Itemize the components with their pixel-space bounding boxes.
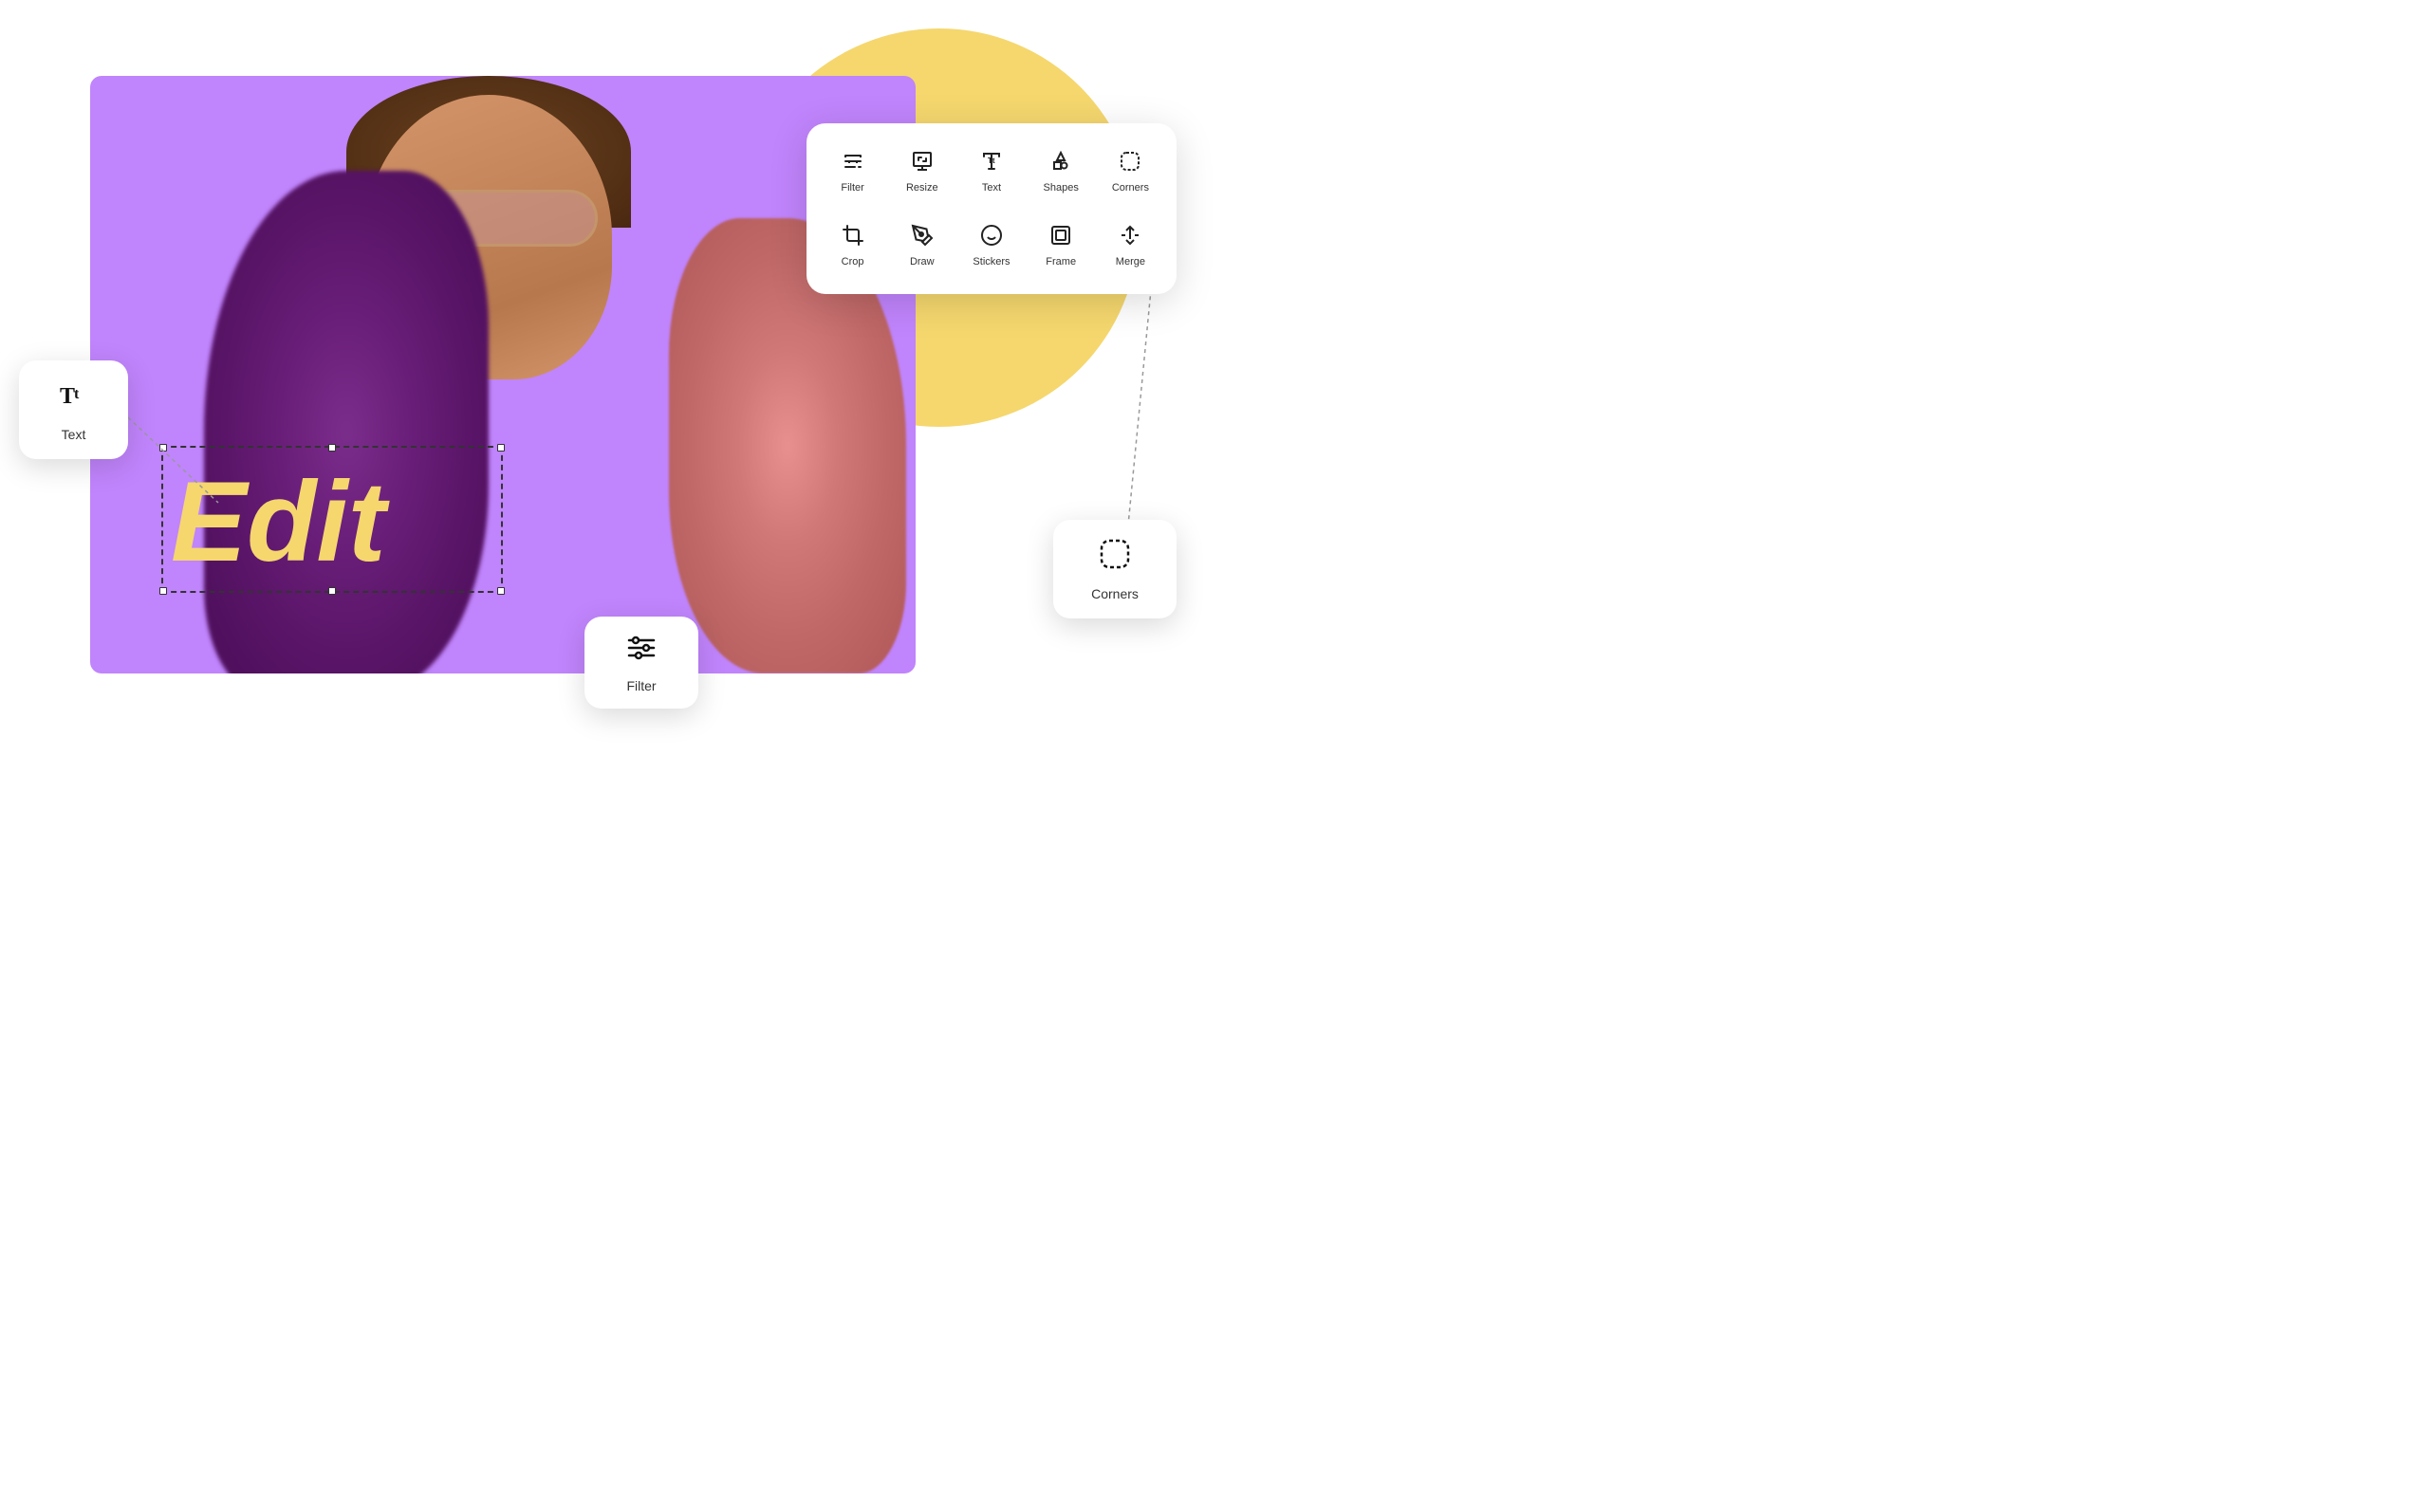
filter-icon [842,150,864,176]
svg-text:Tt: Tt [988,157,995,165]
handle-bottom-mid[interactable] [328,587,336,595]
draw-label: Draw [910,256,935,267]
canvas-background: Edit [90,76,916,673]
resize-label: Resize [906,182,938,194]
text-icon: Tt [980,150,1003,176]
toolbar-card: Filter Resize Tt Text [807,123,1177,294]
stickers-icon [980,224,1003,250]
resize-icon [911,150,934,176]
filter-tool-icon [625,632,658,671]
stickers-label: Stickers [973,256,1010,267]
corners-label: Corners [1112,182,1149,194]
merge-icon [1119,224,1141,250]
text-tool-card[interactable]: T t Text [19,360,128,459]
filter-tool-card[interactable]: Filter [584,617,698,709]
text-tool-label: Text [62,427,86,442]
tool-shapes[interactable]: Shapes [1030,138,1092,205]
handle-top-right[interactable] [497,444,505,452]
handle-bottom-right[interactable] [497,587,505,595]
corners-icon [1119,150,1141,176]
corners-tool-icon [1098,537,1132,579]
handle-top-left[interactable] [159,444,167,452]
tool-draw[interactable]: Draw [891,212,953,279]
corners-tool-label: Corners [1091,586,1139,601]
shapes-icon [1049,150,1072,176]
merge-label: Merge [1116,256,1145,267]
tool-crop[interactable]: Crop [822,212,883,279]
draw-icon [911,224,934,250]
filter-label: Filter [841,182,863,194]
corners-tool-card[interactable]: Corners [1053,520,1177,618]
shapes-label: Shapes [1044,182,1079,194]
text-tool-icon: T t [57,378,91,419]
tool-corners[interactable]: Corners [1100,138,1161,205]
svg-text:T: T [60,384,75,409]
tool-stickers[interactable]: Stickers [960,212,1022,279]
svg-text:t: t [74,386,80,402]
fur-coat-left [204,171,489,673]
canvas-area: Edit [90,76,916,673]
frame-icon [1049,224,1072,250]
tool-text[interactable]: Tt Text [960,138,1022,205]
handle-top-mid[interactable] [328,444,336,452]
crop-icon [842,224,864,250]
text-selection-box [161,446,503,593]
frame-label: Frame [1046,256,1076,267]
tool-merge[interactable]: Merge [1100,212,1161,279]
tool-frame[interactable]: Frame [1030,212,1092,279]
crop-label: Crop [842,256,864,267]
tool-filter[interactable]: Filter [822,138,883,205]
filter-tool-label: Filter [626,678,656,693]
handle-bottom-left[interactable] [159,587,167,595]
text-label: Text [982,182,1001,194]
tool-resize[interactable]: Resize [891,138,953,205]
